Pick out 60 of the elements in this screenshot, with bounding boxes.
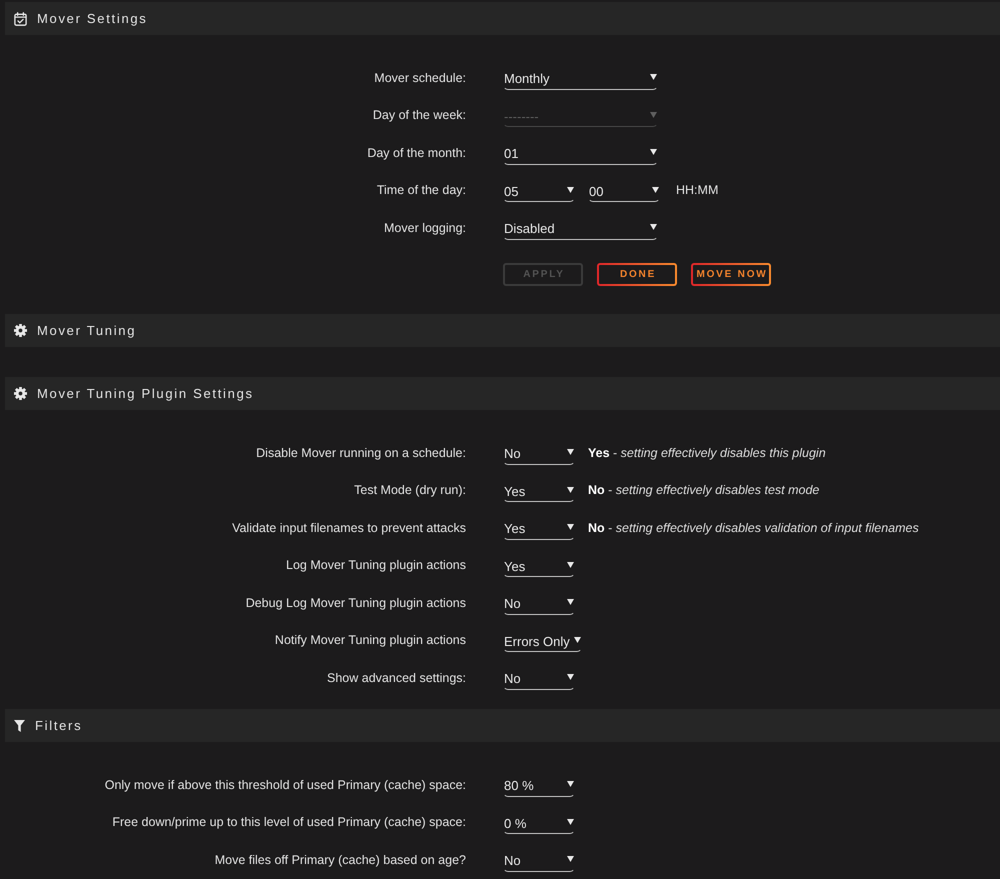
gear-icon — [14, 324, 27, 337]
dropdown[interactable]: 01 — [503, 140, 658, 165]
dropdown[interactable]: 05 — [503, 178, 575, 202]
caret-icon — [650, 149, 657, 156]
section-title: Mover Tuning — [37, 323, 136, 338]
field-label: Log Mover Tuning plugin actions — [285, 558, 466, 572]
calendar-check-icon — [14, 12, 27, 26]
time-format-label: HH:MM — [676, 183, 718, 198]
field-label: Day of the month: — [366, 146, 466, 160]
field-label: Free down/prime up to this level of used Primary (cache) space: — [111, 815, 466, 830]
dropdown[interactable]: Yes — [503, 478, 575, 502]
setting-hint: No - setting effectively disables test mode — [588, 483, 820, 498]
caret-icon — [567, 562, 574, 568]
field-label: Time of the day: — [376, 183, 466, 198]
dropdown[interactable]: No — [503, 590, 575, 615]
field-label: Disable Mover running on a schedule: — [255, 446, 466, 460]
done-button[interactable]: DONE — [597, 262, 677, 286]
field-label: Validate input filenames to prevent attacks — [231, 520, 466, 535]
caret-icon — [567, 486, 574, 493]
caret-icon — [567, 674, 574, 680]
caret-icon — [567, 856, 574, 862]
caret-icon — [567, 449, 574, 456]
setting-hint: No - setting effectively disables validation of input filenames — [588, 520, 919, 535]
section-title: Mover Settings — [37, 11, 148, 26]
dropdown[interactable]: No — [503, 440, 575, 465]
field-label: Mover schedule: — [373, 70, 466, 85]
caret-icon — [567, 818, 574, 825]
field-label: Move files off Primary (cache) based on age? — [214, 852, 466, 867]
dropdown[interactable]: Yes — [503, 553, 575, 578]
field-label: Show advanced settings: — [326, 670, 466, 685]
dropdown[interactable]: 00 — [588, 178, 660, 202]
dropdown[interactable]: Disabled — [503, 216, 658, 240]
caret-icon — [574, 636, 581, 643]
section-title: Filters — [35, 718, 82, 733]
caret-icon — [650, 224, 657, 230]
gear-icon — [14, 387, 27, 400]
caret-icon — [652, 186, 659, 193]
field-label: Debug Log Mover Tuning plugin actions — [244, 596, 466, 610]
dropdown[interactable]: 80 % — [503, 772, 575, 797]
dropdown[interactable]: Monthly — [503, 66, 658, 90]
dropdown[interactable]: 0 % — [503, 810, 575, 834]
caret-icon — [567, 781, 574, 788]
caret-icon — [567, 186, 574, 193]
caret-icon — [567, 524, 574, 530]
dropdown[interactable]: Yes — [503, 516, 575, 540]
section-title: Mover Tuning Plugin Settings — [37, 386, 254, 401]
field-label: Mover logging: — [383, 220, 466, 235]
move-now-button[interactable]: MOVE NOW — [691, 262, 771, 286]
setting-hint: Yes - setting effectively disables this plugin — [588, 446, 826, 460]
field-label: Day of the week: — [372, 108, 466, 122]
dropdown[interactable]: No — [503, 666, 575, 690]
caret-icon — [650, 74, 657, 80]
dropdown[interactable]: No — [503, 848, 575, 872]
caret-icon — [650, 112, 657, 118]
field-label: Only move if above this threshold of used Primary (cache) space: — [104, 778, 466, 792]
dropdown[interactable]: Errors Only — [503, 628, 582, 652]
filter-icon — [14, 720, 25, 732]
caret-icon — [567, 599, 574, 606]
field-label: Notify Mover Tuning plugin actions — [274, 633, 466, 648]
field-label: Test Mode (dry run): — [353, 483, 466, 498]
